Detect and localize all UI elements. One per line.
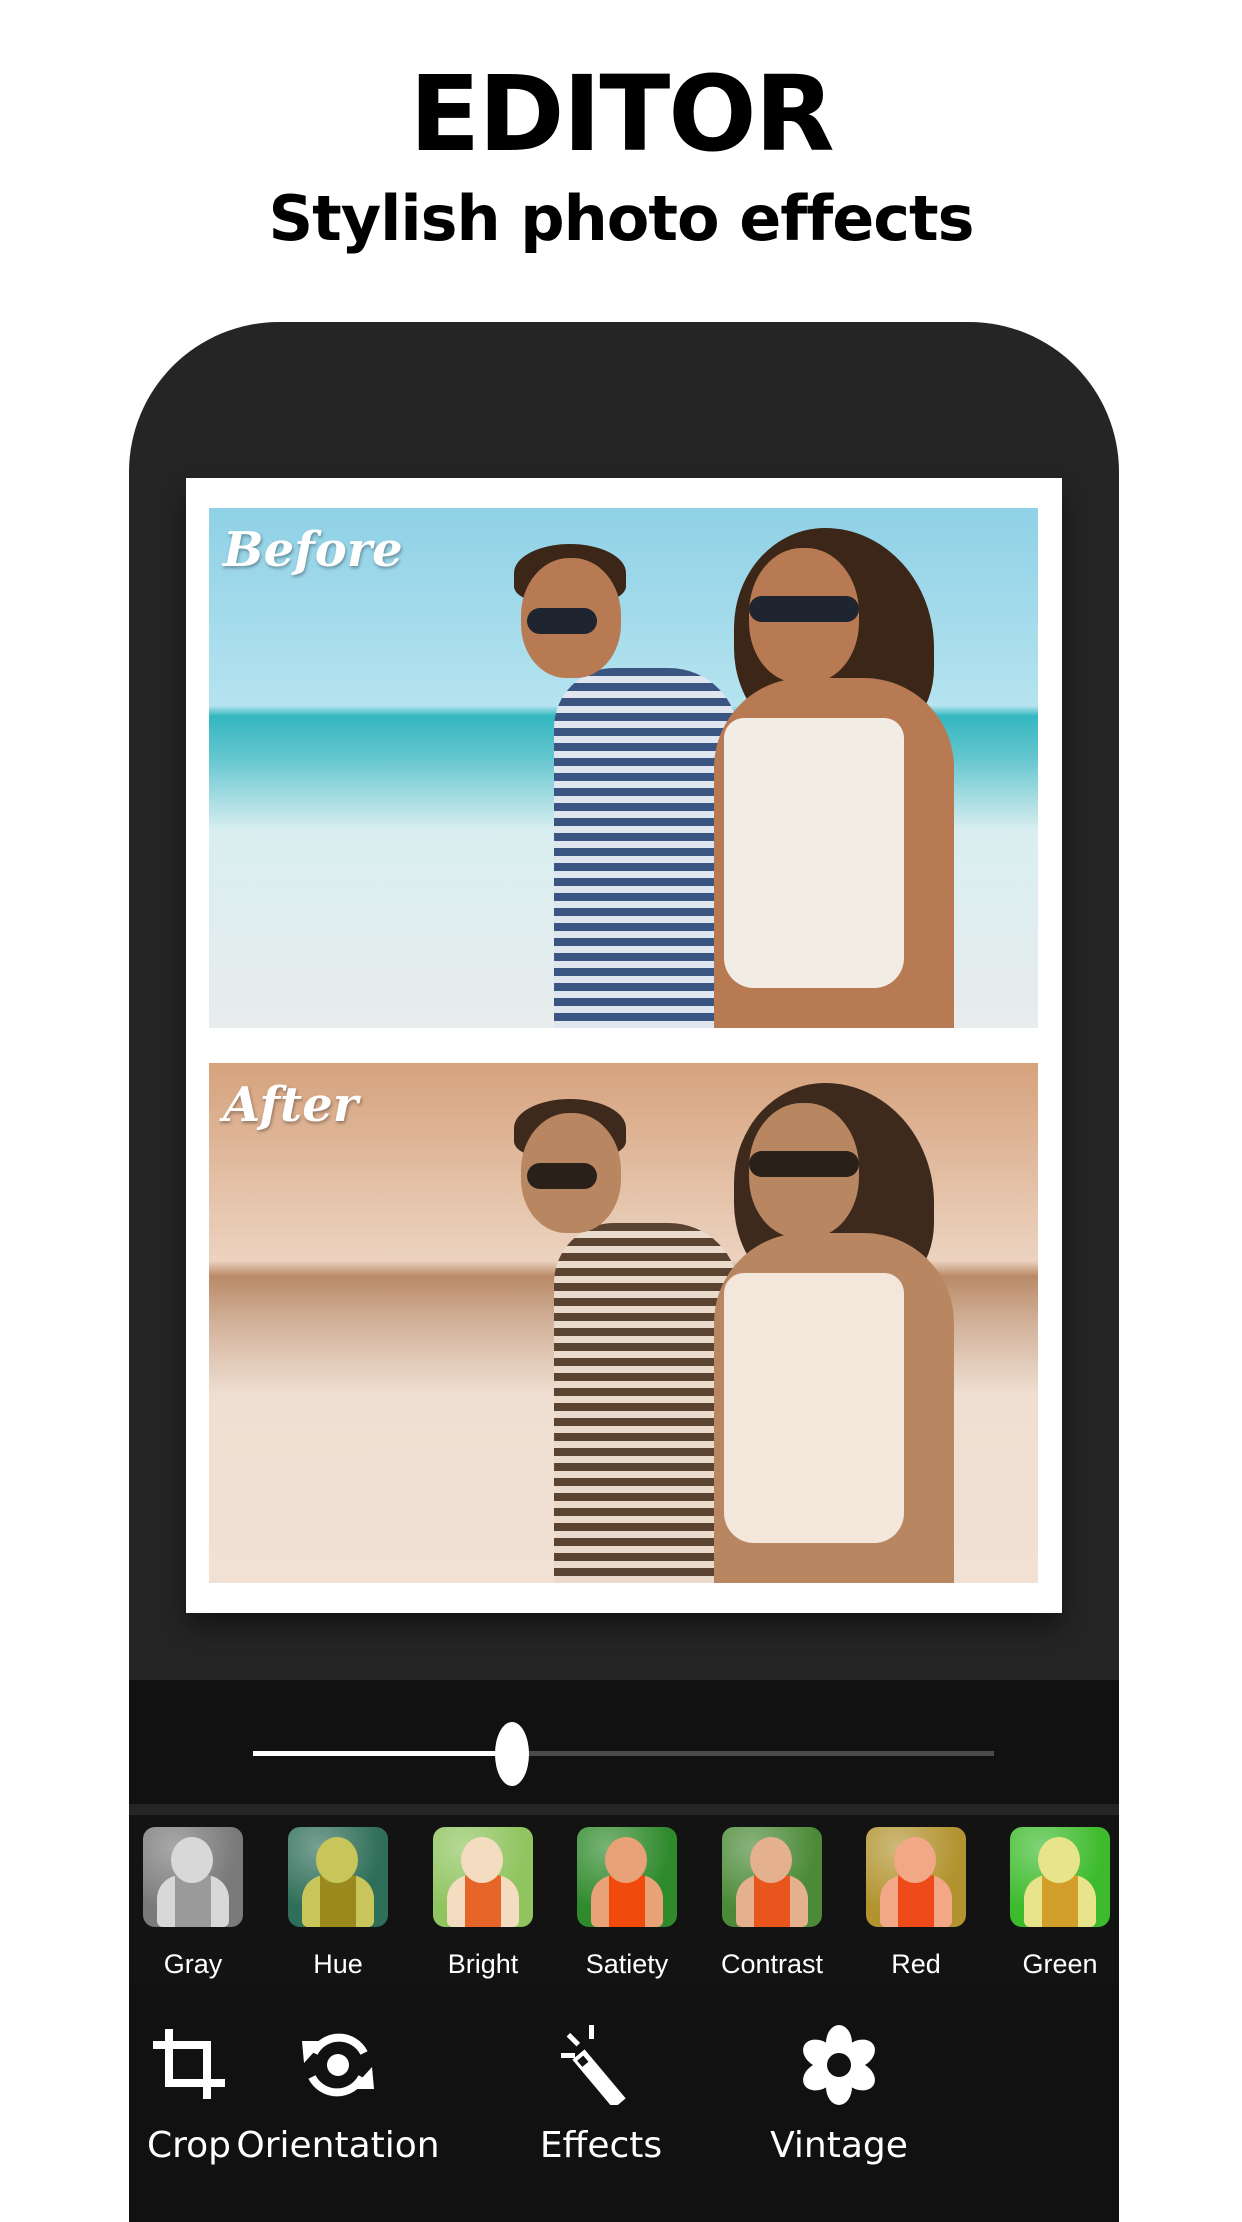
thumbnail-face [1038,1837,1080,1883]
before-label: Before [223,522,403,578]
after-label: After [223,1077,359,1133]
magic-wand-icon [561,2025,626,2105]
gray-filter-thumbnail [143,1827,243,1927]
flower-icon [803,2025,875,2105]
phone-mockup: Before After Gray Hue Bright Satiety Contras… [129,322,1119,2222]
filter-label: Contrast [720,1949,824,1979]
satiety-filter-thumbnail [577,1827,677,1927]
slider-thumb[interactable] [495,1722,530,1786]
thumbnail-face [316,1837,358,1883]
filter-item-hue[interactable]: Hue [273,1815,403,1980]
filter-label: Bright [447,1949,519,1979]
page-subtitle: Stylish photo effects [268,182,974,255]
thumbnail-face [750,1837,792,1883]
woman-sunglasses [749,1151,859,1177]
thumbnail-face [461,1837,503,1883]
bright-filter-thumbnail [433,1827,533,1927]
thumbnail-face [171,1837,213,1883]
thumbnail-face [894,1837,936,1883]
tool-effects[interactable]: Effects [491,1985,711,2166]
tool-label: Effects [539,2125,663,2166]
filter-label: Hue [313,1949,363,1979]
green-filter-thumbnail [1010,1827,1110,1927]
after-photo: After [209,1063,1038,1583]
tool-orientation[interactable]: Orientation [228,1985,448,2166]
woman-sunglasses [749,596,859,622]
woman-top [724,1273,904,1543]
man-figure [554,668,739,1028]
man-sunglasses [527,1163,597,1189]
tool-label: Orientation [236,2125,440,2166]
slider-track-remaining[interactable] [512,1751,994,1756]
filter-item-satiety[interactable]: Satiety [562,1815,692,1980]
filter-label: Gray [163,1949,223,1979]
before-photo: Before [209,508,1038,1028]
filter-item-bright[interactable]: Bright [418,1815,548,1980]
filter-label: Satiety [585,1949,669,1979]
woman-top [724,718,904,988]
intensity-slider-panel [129,1680,1119,1804]
man-sunglasses [527,608,597,634]
thumbnail-face [605,1837,647,1883]
filter-item-contrast[interactable]: Contrast [707,1815,837,1980]
rotate-icon [302,2033,374,2097]
bottom-toolbar: Crop Orientation Effects Vintage [129,1985,1119,2222]
red-filter-thumbnail [866,1827,966,1927]
page-title: EDITOR [409,53,835,175]
slider-track-filled[interactable] [253,1751,513,1756]
filter-strip: Gray Hue Bright Satiety Contrast Red Green [129,1815,1119,1985]
tool-vintage[interactable]: Vintage [729,1985,949,2166]
filter-label: Green [1022,1949,1098,1979]
filter-item-green[interactable]: Green [995,1815,1119,1980]
crop-icon [153,2029,225,2099]
hue-filter-thumbnail [288,1827,388,1927]
filter-item-red[interactable]: Red [851,1815,981,1980]
tool-label: Vintage [770,2125,908,2166]
photo-comparison-card: Before After [186,478,1062,1613]
filter-item-gray[interactable]: Gray [129,1815,258,1980]
man-figure [554,1223,739,1583]
contrast-filter-thumbnail [722,1827,822,1927]
filter-label: Red [891,1949,941,1979]
